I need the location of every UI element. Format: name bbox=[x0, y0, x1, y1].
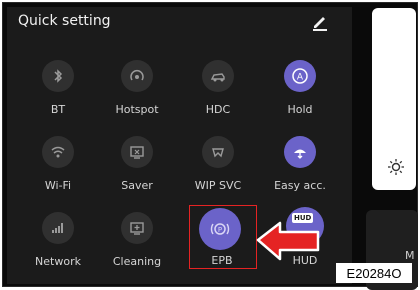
epb-icon[interactable]: P bbox=[199, 208, 241, 250]
tile-label: HDC bbox=[205, 103, 231, 116]
wip-svc-icon bbox=[202, 136, 234, 168]
tile-wip-svc[interactable]: WIP SVC bbox=[195, 136, 266, 200]
svg-text:P: P bbox=[218, 226, 222, 234]
tile-label: Cleaning bbox=[112, 255, 162, 268]
tile-label-epb: EPB bbox=[211, 254, 233, 267]
tile-hold[interactable]: A Hold bbox=[284, 60, 348, 124]
tile-label: WIP SVC bbox=[194, 179, 242, 192]
tile-cleaning[interactable]: Cleaning bbox=[113, 212, 185, 276]
saver-icon bbox=[121, 136, 153, 168]
tile-hdc[interactable]: HDC bbox=[202, 60, 266, 124]
tile-label: Wi-Fi bbox=[44, 179, 72, 192]
wifi-icon bbox=[42, 136, 74, 168]
panel-title: Quick setting bbox=[18, 13, 111, 29]
tile-label: Saver bbox=[121, 179, 153, 192]
edit-pencil-icon[interactable] bbox=[311, 13, 329, 31]
tile-label: BT bbox=[50, 103, 66, 116]
hdc-icon bbox=[202, 60, 234, 92]
easy-access-icon bbox=[284, 136, 316, 168]
cleaning-icon bbox=[121, 212, 153, 244]
bluetooth-icon bbox=[42, 60, 74, 92]
red-pointer-arrow-icon bbox=[256, 221, 320, 261]
tile-label: Hold bbox=[287, 103, 313, 116]
tile-label: Hotspot bbox=[115, 103, 159, 116]
svg-text:A: A bbox=[297, 73, 304, 83]
figure-code-label: E20284O bbox=[336, 263, 412, 283]
brightness-sun-icon bbox=[388, 159, 404, 175]
hotspot-icon bbox=[121, 60, 153, 92]
side-card-text: M bbox=[405, 249, 415, 262]
hold-icon: A bbox=[284, 60, 316, 92]
network-signal-icon bbox=[42, 212, 74, 244]
tile-easy-access[interactable]: Easy acc. bbox=[274, 136, 348, 200]
tile-label: Easy acc. bbox=[274, 179, 326, 192]
tile-label: Network bbox=[35, 255, 81, 268]
